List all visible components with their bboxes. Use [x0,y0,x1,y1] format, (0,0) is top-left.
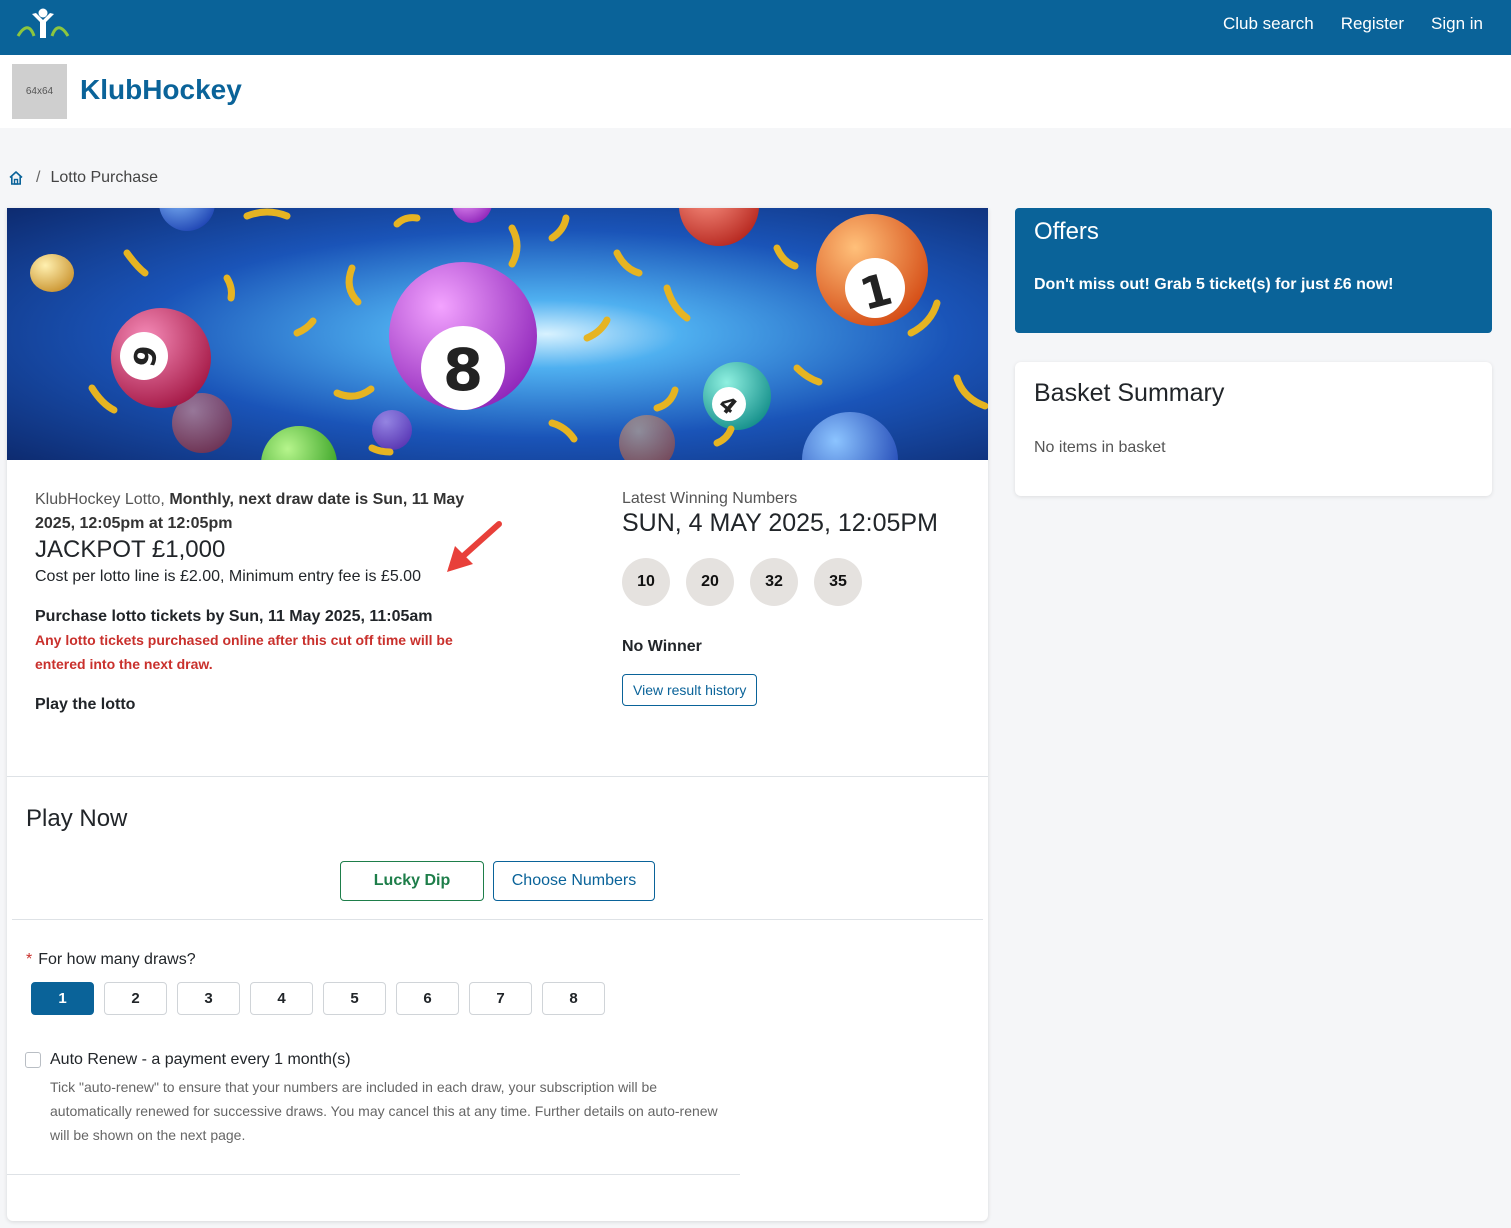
club-header: 64x64 KlubHockey [0,55,1511,128]
offers-panel: Offers Don't miss out! Grab 5 ticket(s) … [1015,208,1492,333]
club-logo-placeholder: 64x64 [12,64,67,119]
home-icon[interactable] [8,170,24,186]
basket-summary: Basket Summary No items in basket [1015,362,1492,496]
draw-option-6[interactable]: 6 [396,982,459,1015]
view-result-history-button[interactable]: View result history [622,674,758,706]
play-lotto-label: Play the lotto [35,696,136,713]
section-divider [12,919,983,920]
breadcrumb-separator: / [36,169,41,186]
draws-question: * For how many draws? [26,951,196,969]
svg-text:8: 8 [443,336,483,404]
lotto-description: KlubHockey Lotto, Monthly, next draw dat… [35,488,495,536]
section-divider [7,1174,740,1175]
draws-label: For how many draws? [38,951,196,968]
draw-count-options: 1 2 3 4 5 6 7 8 [31,982,605,1015]
draw-option-4[interactable]: 4 [250,982,313,1015]
offers-title: Offers [1034,218,1099,245]
red-arrow-annotation-icon [447,521,502,572]
draw-option-2[interactable]: 2 [104,982,167,1015]
auto-renew-checkbox[interactable] [25,1052,41,1068]
nav-club-search[interactable]: Club search [1223,14,1314,34]
top-navbar: Club search Register Sign in [0,0,1511,55]
offer-text[interactable]: Don't miss out! Grab 5 ticket(s) for jus… [1034,276,1393,294]
section-divider [7,776,988,777]
auto-renew-help: Tick "auto-renew" to ensure that your nu… [50,1079,718,1143]
winner-status: No Winner [622,638,702,655]
breadcrumb: / Lotto Purchase [8,168,158,188]
basket-title: Basket Summary [1034,379,1225,407]
latest-draw-date: SUN, 4 MAY 2025, 12:05PM [622,509,938,537]
choose-numbers-button[interactable]: Choose Numbers [493,861,655,901]
basket-empty-text: No items in basket [1034,439,1166,456]
jackpot-amount: JACKPOT £1,000 [35,536,226,563]
lotto-info: KlubHockey Lotto, Monthly, next draw dat… [35,488,495,714]
latest-results: Latest Winning Numbers SUN, 4 MAY 2025, … [622,490,962,706]
club-name[interactable]: KlubHockey [80,74,242,106]
draw-option-3[interactable]: 3 [177,982,240,1015]
purchase-cutoff: Purchase lotto tickets by Sun, 11 May 20… [35,608,433,625]
cost-info: Cost per lotto line is £2.00, Minimum en… [35,568,421,585]
lucky-dip-button[interactable]: Lucky Dip [340,861,484,901]
nav-sign-in[interactable]: Sign in [1431,14,1483,34]
draw-option-8[interactable]: 8 [542,982,605,1015]
lotto-banner-image: 9 8 1 4 [7,208,988,460]
site-logo-icon[interactable] [14,6,72,42]
play-mode-buttons: Lucky Dip Choose Numbers [340,861,655,901]
winning-number-ball: 10 [622,558,670,606]
winning-numbers: 10 20 32 35 [622,558,962,606]
cutoff-warning: Any lotto tickets purchased online after… [35,632,453,672]
draw-option-7[interactable]: 7 [469,982,532,1015]
breadcrumb-current: Lotto Purchase [50,169,159,186]
winning-number-ball: 35 [814,558,862,606]
latest-numbers-label: Latest Winning Numbers [622,490,798,507]
winning-number-ball: 32 [750,558,798,606]
auto-renew-label[interactable]: Auto Renew - a payment every 1 month(s) [50,1051,351,1069]
draw-option-5[interactable]: 5 [323,982,386,1015]
lotto-card: 9 8 1 4 KlubHockey Lotto, Monthly, next … [7,208,988,1221]
lotto-name: KlubHockey Lotto, [35,491,165,508]
winning-number-ball: 20 [686,558,734,606]
play-now-title: Play Now [26,805,128,832]
required-marker: * [26,951,33,968]
nav-register[interactable]: Register [1341,14,1404,34]
draw-option-1[interactable]: 1 [31,982,94,1015]
